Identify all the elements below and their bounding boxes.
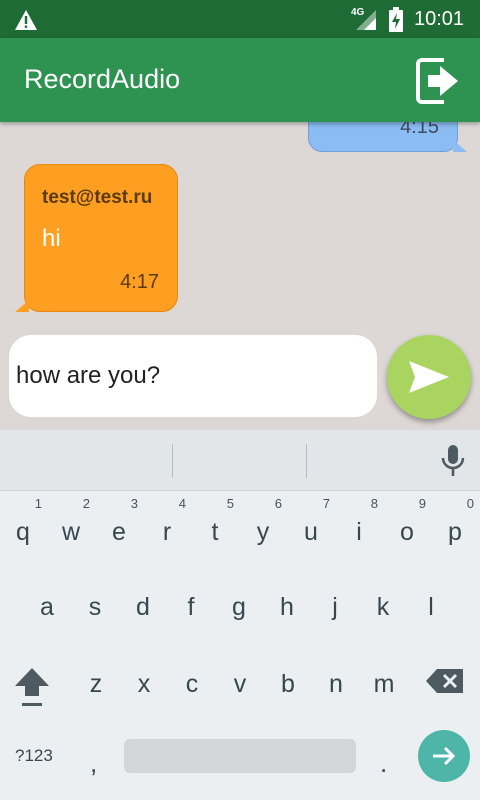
key-label: m: [373, 670, 395, 698]
exit-icon: [414, 58, 462, 110]
key-t[interactable]: 5t: [192, 490, 238, 560]
key-label: r: [162, 518, 172, 546]
key-b[interactable]: b: [265, 642, 311, 712]
key-label: j: [332, 593, 338, 621]
key-number-hint: 4: [178, 496, 186, 511]
key-label: k: [376, 593, 390, 621]
key-number-hint: 7: [322, 496, 330, 511]
key-label: d: [136, 593, 150, 621]
key-number-hint: 9: [418, 496, 426, 511]
key-label: p: [448, 518, 462, 546]
key-number-hint: 8: [370, 496, 378, 511]
incoming-message-bubble[interactable]: test@test.ru hi 4:17: [15, 164, 178, 312]
outgoing-message-bubble[interactable]: 4:15: [308, 122, 467, 152]
key-n[interactable]: n: [313, 642, 359, 712]
key-a[interactable]: a: [24, 565, 70, 635]
message-time: 4:17: [120, 271, 159, 293]
key-label: a: [40, 593, 54, 621]
battery-charging-icon: [388, 7, 404, 38]
key-r[interactable]: 4r: [144, 490, 190, 560]
message-time: 4:15: [400, 122, 439, 138]
key-m[interactable]: m: [361, 642, 407, 712]
key-label: q: [16, 518, 30, 546]
key-label: g: [232, 593, 246, 621]
enter-key[interactable]: [418, 730, 470, 782]
shift-key[interactable]: [12, 666, 56, 710]
shift-icon: [12, 668, 52, 714]
send-button[interactable]: [387, 335, 471, 419]
key-p[interactable]: 0p: [432, 490, 478, 560]
soft-keyboard: 1q2w3e4r5t6y7u8i9o0p asdfghjkl zxcvbnm ?…: [0, 430, 480, 800]
key-s[interactable]: s: [72, 565, 118, 635]
key-number-hint: 1: [34, 496, 42, 511]
suggestion-bar: [0, 430, 480, 491]
bubble-tail: [453, 140, 467, 152]
key-w[interactable]: 2w: [48, 490, 94, 560]
key-o[interactable]: 9o: [384, 490, 430, 560]
warning-icon: [14, 9, 38, 36]
key-label: o: [400, 518, 414, 546]
message-sender: test@test.ru: [42, 187, 153, 208]
space-key[interactable]: [124, 739, 356, 773]
message-text: hi: [42, 225, 61, 252]
key-label: f: [187, 593, 195, 621]
backspace-icon: [425, 669, 465, 698]
key-label: s: [88, 593, 102, 621]
key-q[interactable]: 1q: [0, 490, 46, 560]
key-number-hint: 3: [130, 496, 138, 511]
key-label: u: [304, 518, 318, 546]
key-label: c: [185, 670, 199, 698]
key-label: w: [61, 518, 81, 546]
key-label: v: [233, 670, 247, 698]
key-label: e: [112, 518, 126, 546]
suggestion-divider: [306, 444, 307, 478]
key-label: h: [280, 593, 294, 621]
app-title: RecordAudio: [24, 64, 181, 94]
logout-button[interactable]: [414, 56, 462, 106]
key-h[interactable]: h: [264, 565, 310, 635]
message-input[interactable]: [9, 335, 377, 417]
key-y[interactable]: 6y: [240, 490, 286, 560]
key-number-hint: 6: [274, 496, 282, 511]
key-v[interactable]: v: [217, 642, 263, 712]
bubble-tail: [15, 300, 29, 312]
period-key[interactable]: .: [380, 748, 387, 779]
key-label: x: [137, 670, 151, 698]
key-number-hint: 2: [82, 496, 90, 511]
key-label: l: [428, 593, 434, 621]
microphone-icon[interactable]: [440, 444, 466, 483]
key-label: n: [329, 670, 343, 698]
backspace-key[interactable]: [425, 668, 467, 698]
key-j[interactable]: j: [312, 565, 358, 635]
key-label: t: [211, 518, 219, 546]
signal-icon: [352, 8, 378, 37]
key-number-hint: 0: [466, 496, 474, 511]
key-u[interactable]: 7u: [288, 490, 334, 560]
clock: 10:01: [414, 8, 465, 30]
key-x[interactable]: x: [121, 642, 167, 712]
key-f[interactable]: f: [168, 565, 214, 635]
key-z[interactable]: z: [73, 642, 119, 712]
comma-key[interactable]: ,: [90, 748, 97, 779]
key-k[interactable]: k: [360, 565, 406, 635]
symbols-key[interactable]: ?123: [15, 746, 53, 766]
app-bar: RecordAudio: [0, 38, 480, 122]
status-bar: 4G 10:01: [0, 0, 480, 38]
key-l[interactable]: l: [408, 565, 454, 635]
key-label: b: [281, 670, 295, 698]
key-c[interactable]: c: [169, 642, 215, 712]
key-label: i: [356, 518, 362, 546]
key-g[interactable]: g: [216, 565, 262, 635]
key-i[interactable]: 8i: [336, 490, 382, 560]
key-label: y: [256, 518, 270, 546]
suggestion-divider: [172, 444, 173, 478]
key-number-hint: 5: [226, 496, 234, 511]
key-e[interactable]: 3e: [96, 490, 142, 560]
key-d[interactable]: d: [120, 565, 166, 635]
key-label: z: [89, 670, 103, 698]
